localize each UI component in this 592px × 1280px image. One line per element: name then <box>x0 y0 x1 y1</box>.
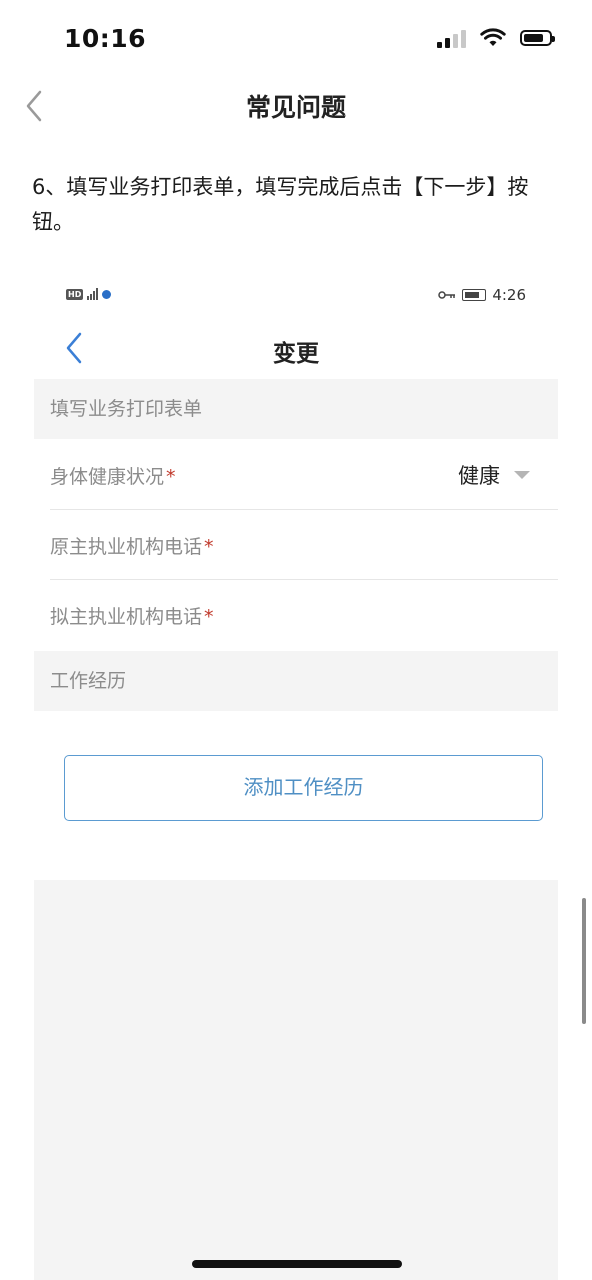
status-time: 10:16 <box>64 24 147 53</box>
health-status-select[interactable]: 健康 <box>458 460 530 490</box>
embedded-status-bar: HD 4:26 <box>66 286 526 308</box>
app-notification-icon <box>102 289 112 299</box>
wifi-icon <box>480 28 506 46</box>
mobile-signal-icon <box>87 288 99 300</box>
proposed-institution-phone-label: 拟主执业机构电话 * <box>50 606 214 628</box>
key-icon <box>438 291 456 299</box>
required-mark: * <box>204 606 214 628</box>
status-icons <box>437 28 555 48</box>
embedded-battery-icon <box>462 289 487 301</box>
page-title: 常见问题 <box>245 93 346 122</box>
hd-icon: HD <box>66 288 84 300</box>
instruction-text: 6、填写业务打印表单，填写完成后点击【下一步】按钮。 <box>32 175 529 234</box>
health-status-row[interactable]: 身体健康状况 * 健康 <box>50 440 558 510</box>
status-bar: 10:16 <box>0 0 592 80</box>
empty-content-area <box>34 880 558 1280</box>
home-indicator[interactable] <box>192 1260 402 1268</box>
required-mark: * <box>166 466 176 488</box>
battery-icon <box>520 30 555 46</box>
original-institution-phone-label: 原主执业机构电话 * <box>50 536 214 558</box>
work-history-section-header: 工作经历 <box>34 651 558 711</box>
nav-bar: 常见问题 <box>0 80 592 132</box>
embedded-page-title: 变更 <box>273 341 319 367</box>
health-status-label: 身体健康状况 * <box>50 466 176 488</box>
add-work-history-button[interactable]: 添加工作经历 <box>64 755 543 821</box>
embedded-nav-bar: 变更 <box>34 322 558 374</box>
health-status-value: 健康 <box>458 464 500 488</box>
cellular-signal-icon <box>437 28 466 48</box>
scrollbar[interactable] <box>582 898 586 1024</box>
original-institution-phone-field[interactable]: 原主执业机构电话 * <box>50 510 558 580</box>
embedded-status-time: 4:26 <box>492 286 526 304</box>
form-section-header: 填写业务打印表单 <box>34 379 558 439</box>
dropdown-caret-icon <box>514 471 530 479</box>
required-mark: * <box>204 536 214 558</box>
proposed-institution-phone-field[interactable]: 拟主执业机构电话 * <box>50 580 558 650</box>
